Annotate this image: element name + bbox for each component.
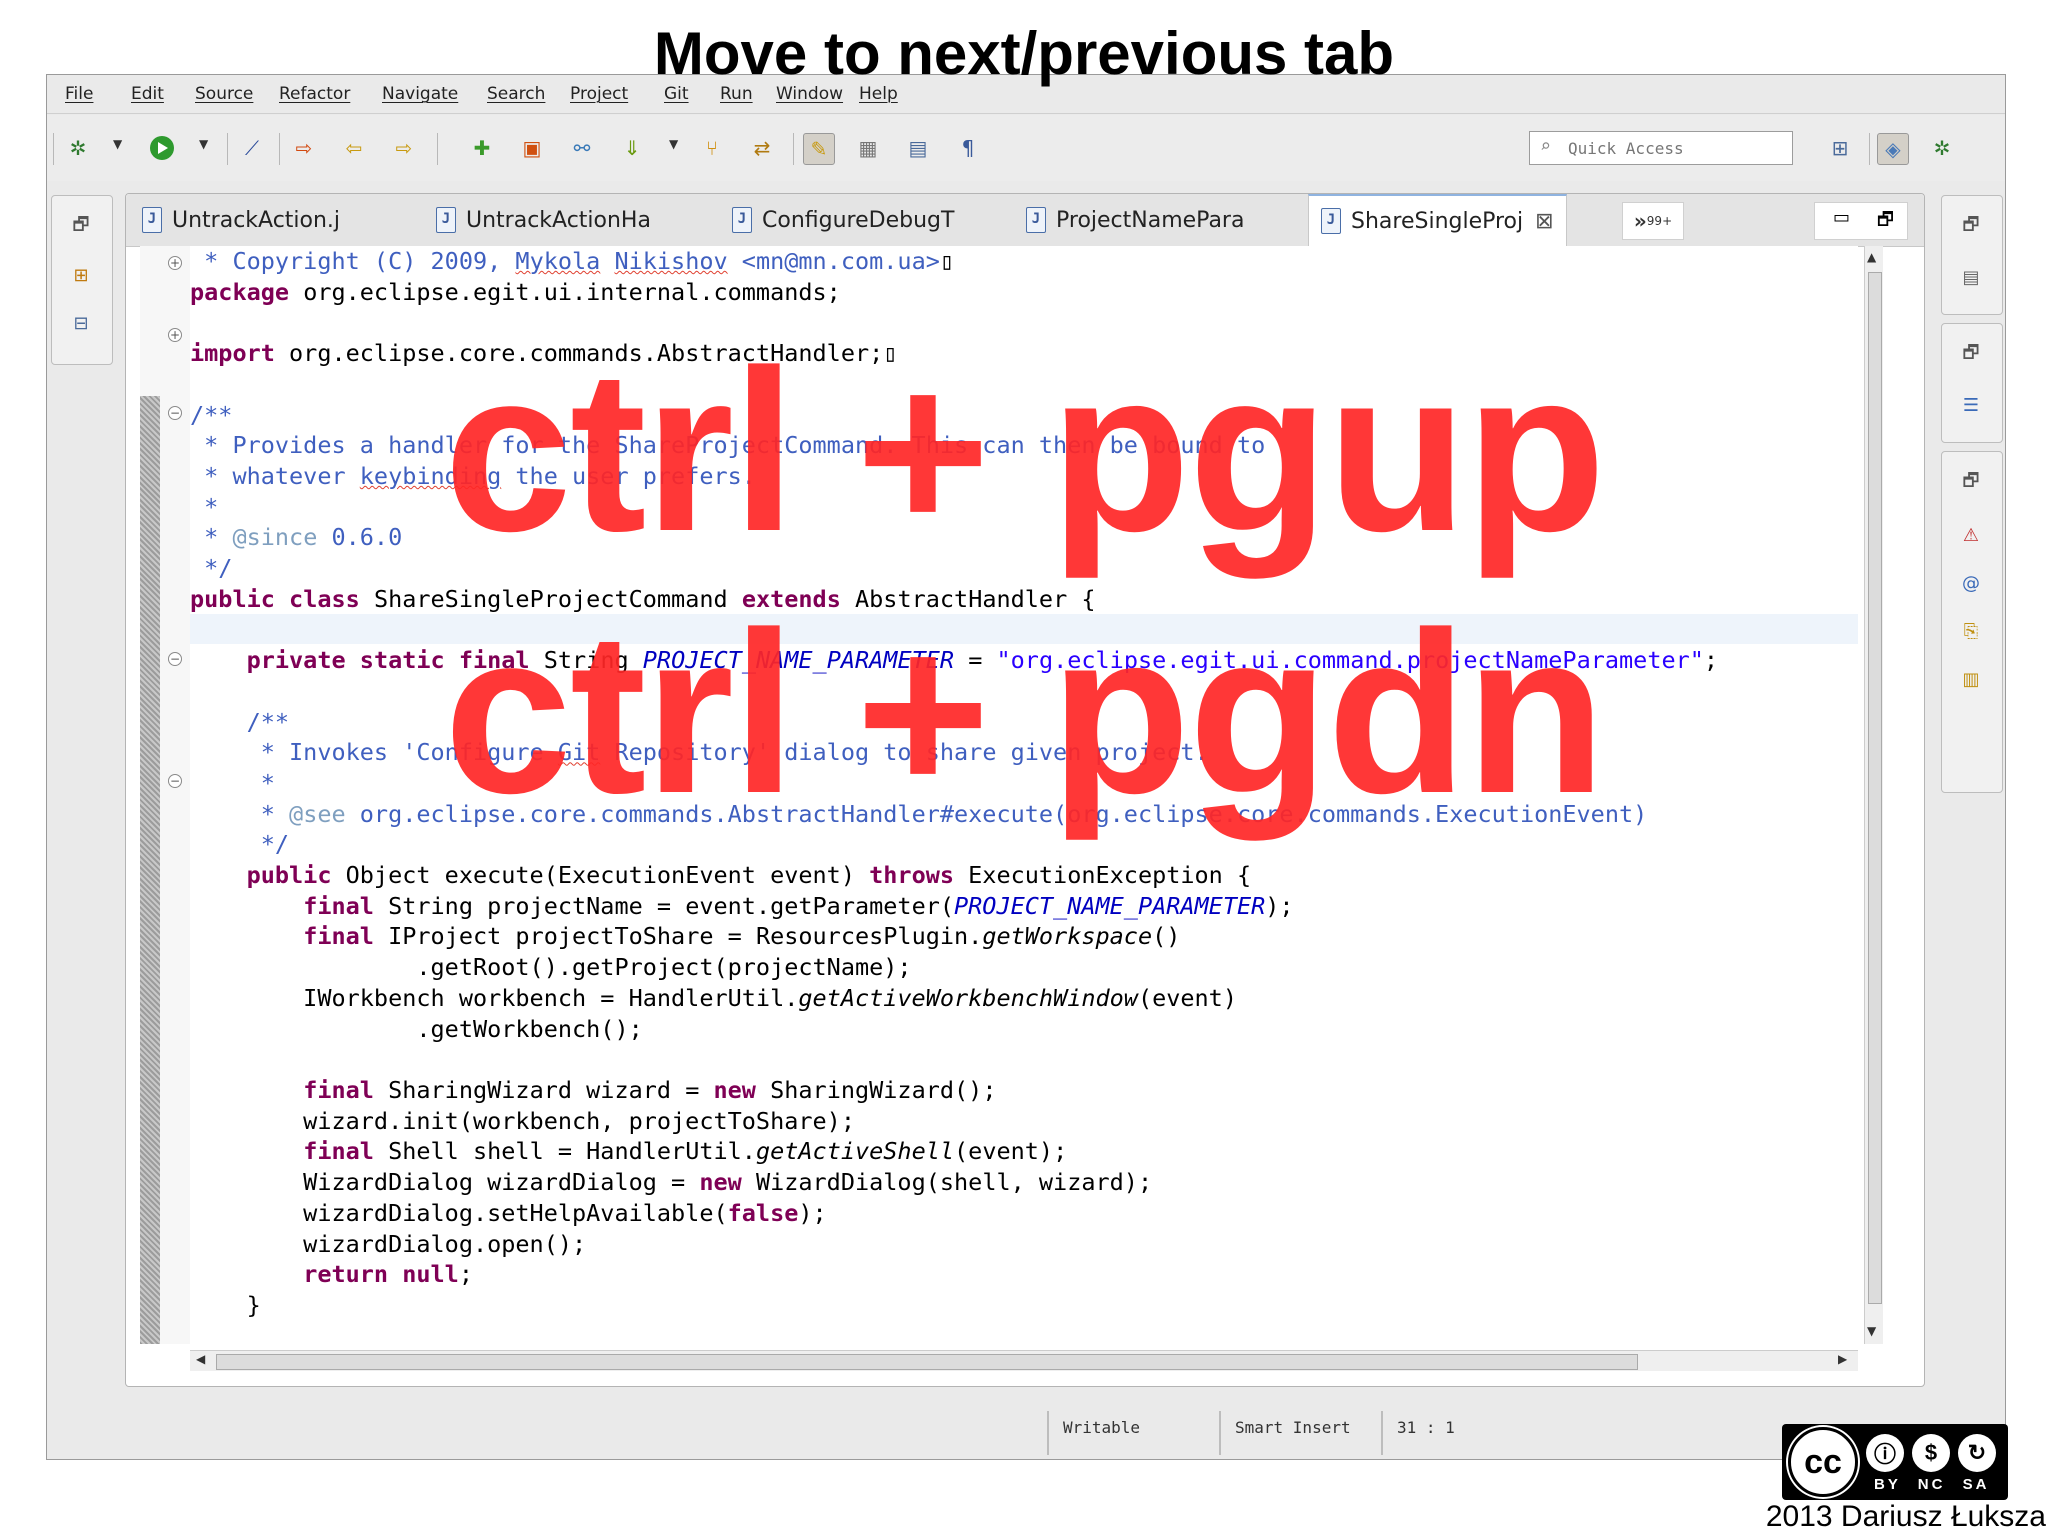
expand-icon[interactable]: + [168, 256, 182, 270]
java-perspective-icon[interactable]: ◈ [1877, 133, 1909, 165]
restore-icon[interactable]: 🗗 [66, 212, 96, 242]
forward-icon[interactable]: ⇨ [389, 133, 419, 163]
horizontal-scrollbar[interactable]: ◀ ▶ [190, 1350, 1858, 1371]
restore-icon[interactable]: 🗗 [1956, 212, 1986, 242]
status-insert-mode: Smart Insert [1219, 1411, 1371, 1455]
java-file-icon: J [1321, 208, 1341, 234]
tab-configure-debug[interactable]: J ConfigureDebugT [732, 194, 954, 246]
license-terms: BY NC SA [1874, 1476, 1990, 1493]
status-cursor-position: 31 : 1 [1381, 1411, 1517, 1455]
new-package-icon[interactable]: ▣ [517, 133, 547, 163]
nc-icon: $ [1912, 1434, 1950, 1472]
java-file-icon: J [1026, 207, 1046, 233]
cc-logo-icon: cc [1788, 1427, 1858, 1497]
sa-icon: ↻ [1958, 1434, 1996, 1472]
next-annotation-icon[interactable]: ⇓ [617, 133, 647, 163]
status-bar: Writable Smart Insert 31 : 1 [47, 1395, 2005, 1459]
minimize-icon[interactable]: ▭ [1833, 207, 1850, 228]
git-icon[interactable]: ⑂ [697, 133, 727, 163]
tab-share-single-project[interactable]: J ShareSingleProj ⊠ [1308, 194, 1567, 246]
search-icon: ⌕ [1540, 136, 1551, 157]
type-hierarchy-icon[interactable]: ⊟ [66, 308, 96, 338]
open-type-icon[interactable]: ⇨ [289, 133, 319, 163]
scroll-up-icon[interactable]: ▲ [1867, 250, 1876, 264]
status-writable: Writable [1047, 1411, 1213, 1455]
java-file-icon: J [142, 207, 162, 233]
show-whitespace-icon[interactable]: ▤ [903, 133, 933, 163]
editor-min-max: ▭ 🗗 [1814, 202, 1908, 240]
tab-untrack-action[interactable]: J UntrackAction.j [142, 194, 340, 246]
quick-access-input[interactable]: ⌕ Quick Access [1529, 131, 1793, 165]
sync-icon[interactable]: ⇄ [747, 133, 777, 163]
slide-title: Move to next/previous tab [653, 20, 1395, 87]
javadoc-icon[interactable]: @ [1956, 568, 1986, 598]
run-icon[interactable] [147, 133, 177, 163]
shortcut-overlay-pgup: ctrl + pgup [443, 322, 1606, 579]
pilcrow-icon[interactable]: ¶ [953, 133, 983, 163]
footer-credit: 2013 Dariusz Łuksza [1765, 1500, 2046, 1533]
maximize-icon[interactable]: 🗗 [1877, 207, 1894, 237]
skip-breakpoints-icon[interactable]: ⟋ [237, 133, 267, 163]
tab-untrack-action-handler[interactable]: J UntrackActionHa [436, 194, 651, 246]
back-icon[interactable]: ⇦ [339, 133, 369, 163]
tab-overflow-button[interactable]: » 99+ [1622, 202, 1684, 240]
task-list-icon[interactable]: ▤ [1956, 262, 1986, 292]
scroll-down-icon[interactable]: ▼ [1867, 1324, 1876, 1338]
block-selection-icon[interactable]: ▦ [853, 133, 883, 163]
debug-perspective-icon[interactable]: ✲ [1927, 133, 1957, 163]
horizontal-scroll-thumb[interactable] [216, 1354, 1638, 1370]
run-dropdown-icon[interactable]: ▼ [199, 137, 208, 151]
tab-project-name-parameter[interactable]: J ProjectNamePara [1026, 194, 1244, 246]
annotation-dropdown-icon[interactable]: ▼ [669, 137, 678, 151]
new-class-icon[interactable]: ✚ [467, 133, 497, 163]
java-file-icon: J [436, 207, 456, 233]
hierarchy-icon[interactable]: ⚯ [567, 133, 597, 163]
right-trim-stack-1: 🗗 ▤ [1941, 195, 2003, 315]
by-icon: ⓘ [1866, 1434, 1904, 1472]
cc-license-badge: cc ⓘ $ ↻ BY NC SA [1782, 1424, 2008, 1500]
java-file-icon: J [732, 207, 752, 233]
editor-tab-bar: J UntrackAction.j J UntrackActionHa J Confi… [126, 194, 1924, 247]
debug-dropdown-icon[interactable]: ▼ [113, 137, 122, 151]
toggle-mark-occurrences-icon[interactable]: ✎ [803, 133, 835, 165]
debug-icon[interactable]: ✲ [63, 133, 93, 163]
scroll-left-icon[interactable]: ◀ [196, 1352, 205, 1366]
shortcut-overlay-pgdn: ctrl + pgdn [443, 584, 1606, 841]
scroll-right-icon[interactable]: ▶ [1838, 1352, 1847, 1366]
package-explorer-icon[interactable]: ⊞ [66, 260, 96, 290]
close-icon[interactable]: ⊠ [1535, 209, 1553, 234]
open-perspective-icon[interactable]: ⊞ [1825, 133, 1855, 163]
